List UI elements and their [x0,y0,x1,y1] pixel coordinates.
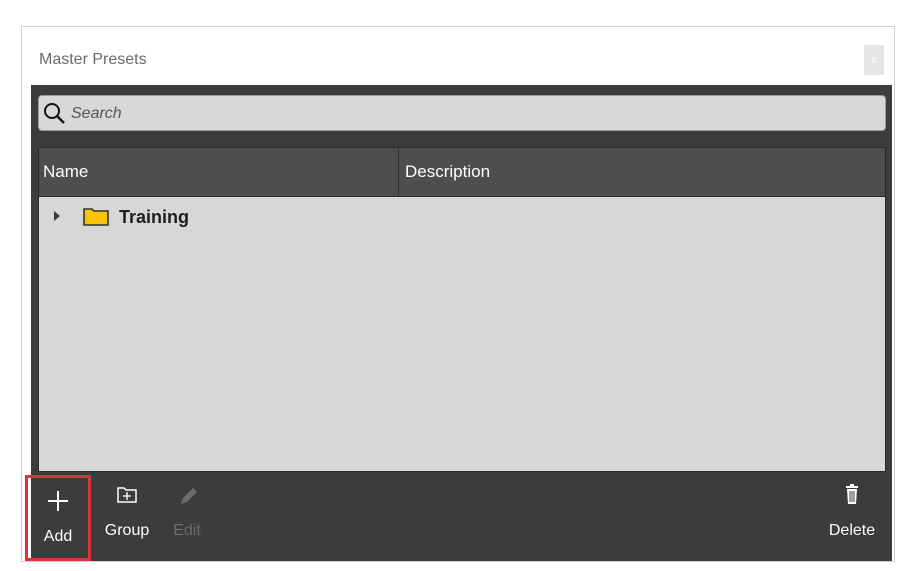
edit-label: Edit [173,522,201,539]
expand-arrow-icon[interactable] [54,211,60,221]
window-title: Master Presets [39,51,147,68]
folder-plus-icon [117,487,137,503]
title-bar: Master Presets x [22,27,894,85]
presets-panel: Search Name Description Training Add Gro… [25,85,892,561]
trash-icon [846,484,858,504]
row-name: Training [119,207,190,227]
group-button[interactable]: Group [94,472,160,558]
master-presets-window: Master Presets x Search Name Description… [21,26,895,562]
delete-button[interactable]: Delete [817,472,887,558]
table-header: Name Description [39,148,885,197]
delete-label: Delete [828,522,876,539]
add-label: Add [43,528,73,545]
column-header-name[interactable]: Name [39,148,399,196]
column-header-description[interactable]: Description [400,148,885,196]
edit-button[interactable]: Edit [159,472,215,558]
folder-icon [83,208,109,226]
add-button[interactable]: Add [25,475,91,561]
presets-table: Name Description Training [38,147,886,472]
close-button[interactable]: x [864,45,884,75]
plus-icon [48,491,68,511]
pencil-icon [181,488,197,504]
search-icon [44,103,65,124]
table-row[interactable]: Training [39,197,885,237]
group-label: Group [104,522,150,539]
bottom-toolbar: Add Group Edit Delete [25,472,892,561]
search-placeholder: Search [71,105,122,122]
search-input[interactable]: Search [38,95,886,131]
